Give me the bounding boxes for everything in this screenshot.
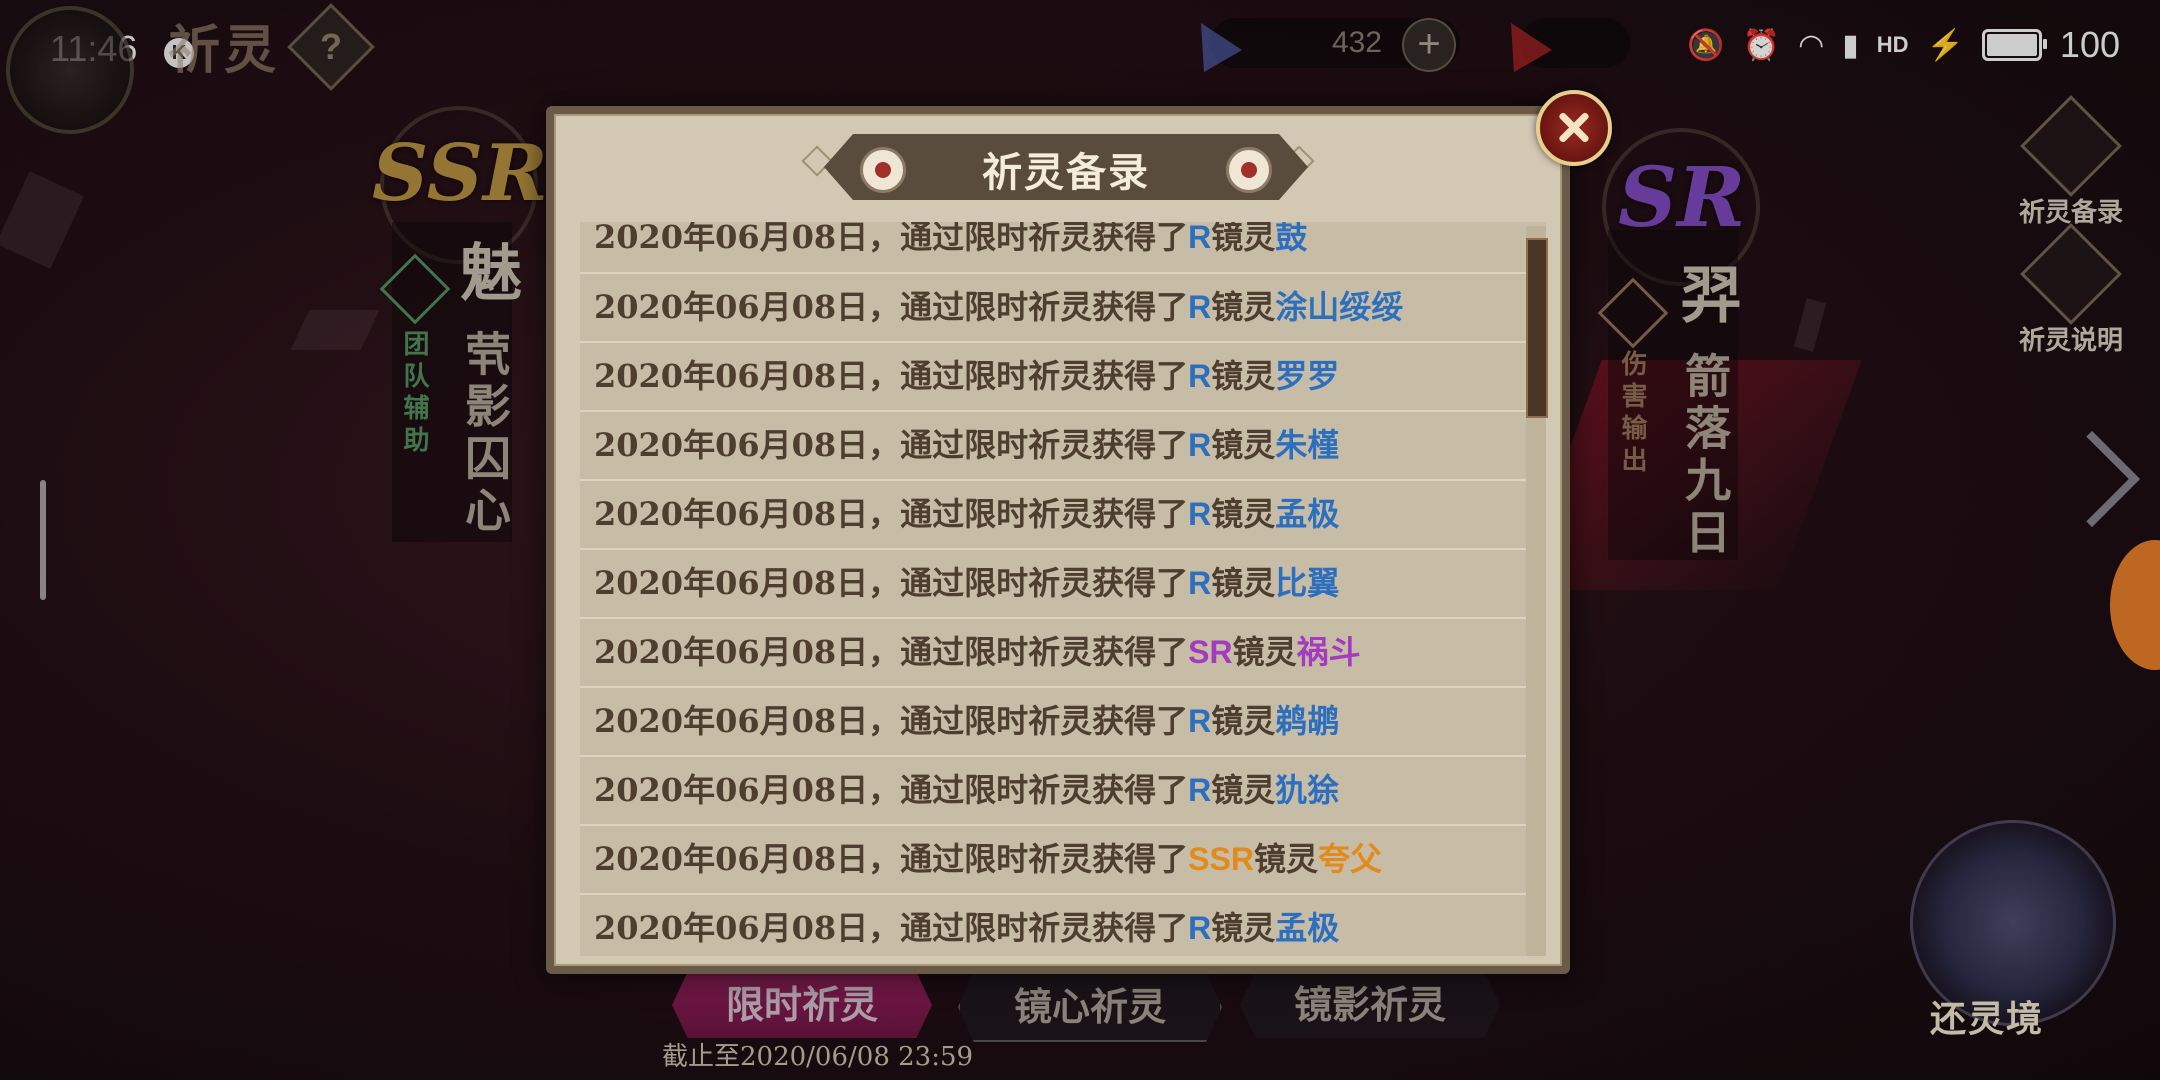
record-date: 2020年06月08日， <box>594 288 901 326</box>
record-type: 镜灵 <box>1211 288 1276 326</box>
record-rarity: R <box>1188 222 1212 255</box>
record-date: 2020年06月08日， <box>594 633 901 671</box>
record-rarity: R <box>1188 703 1212 739</box>
record-rarity: R <box>1188 358 1212 394</box>
record-type: 镜灵 <box>1211 357 1276 395</box>
record-spirit-name: 鹈鹕 <box>1275 702 1340 740</box>
record-date: 2020年06月08日， <box>594 771 901 809</box>
record-via: 通过限时祈灵获得了 <box>900 909 1189 947</box>
record-rarity: R <box>1188 565 1212 601</box>
close-button[interactable] <box>1536 90 1612 166</box>
record-spirit-name: 涂山绥绥 <box>1275 288 1404 326</box>
record-spirit-name: 祸斗 <box>1296 633 1361 671</box>
record-modal: 祈灵备录 2020年06月08日，通过限时祈灵获得了R镜灵鼓 2020年06月08… <box>546 106 1570 974</box>
record-date: 2020年06月08日， <box>594 909 901 947</box>
record-date: 2020年06月08日， <box>594 840 901 878</box>
record-date: 2020年06月08日， <box>594 495 901 533</box>
record-type: 镜灵 <box>1253 840 1318 878</box>
record-date: 2020年06月08日， <box>594 357 901 395</box>
record-row: 2020年06月08日，通过限时祈灵获得了R镜灵孟极 <box>580 481 1546 550</box>
record-row: 2020年06月08日，通过限时祈灵获得了R镜灵朱槿 <box>580 412 1546 481</box>
record-row: 2020年06月08日，通过限时祈灵获得了R镜灵涂山绥绥 <box>580 274 1546 343</box>
record-row: 2020年06月08日，通过限时祈灵获得了R镜灵鹈鹕 <box>580 688 1546 757</box>
record-row: 2020年06月08日，通过限时祈灵获得了SSR镜灵夸父 <box>580 826 1546 895</box>
record-spirit-name: 罗罗 <box>1275 357 1340 395</box>
record-type: 镜灵 <box>1211 771 1276 809</box>
record-rarity: SSR <box>1188 841 1254 877</box>
record-via: 通过限时祈灵获得了 <box>900 288 1189 326</box>
record-via: 通过限时祈灵获得了 <box>900 357 1189 395</box>
record-spirit-name: 夸父 <box>1317 840 1382 878</box>
record-spirit-name: 孟极 <box>1275 909 1340 947</box>
header-ornament <box>801 145 833 177</box>
record-rarity: R <box>1188 289 1212 325</box>
record-row: 2020年06月08日，通过限时祈灵获得了R镜灵比翼 <box>580 550 1546 619</box>
record-row: 2020年06月08日，通过限时祈灵获得了R镜灵罗罗 <box>580 343 1546 412</box>
record-via: 通过限时祈灵获得了 <box>900 222 1189 256</box>
record-type: 镜灵 <box>1211 495 1276 533</box>
record-spirit-name: 孟极 <box>1275 495 1340 533</box>
record-via: 通过限时祈灵获得了 <box>900 426 1189 464</box>
record-spirit-name: 鼓 <box>1275 222 1308 256</box>
record-via: 通过限时祈灵获得了 <box>900 633 1189 671</box>
record-type: 镜灵 <box>1211 222 1276 256</box>
record-type: 镜灵 <box>1211 564 1276 602</box>
record-rows: 2020年06月08日，通过限时祈灵获得了R镜灵鼓 2020年06月08日，通过限… <box>580 222 1546 956</box>
record-type: 镜灵 <box>1211 426 1276 464</box>
record-rarity: SR <box>1188 634 1233 670</box>
record-row: 2020年06月08日，通过限时祈灵获得了R镜灵孟极 <box>580 895 1546 956</box>
record-rarity: R <box>1188 772 1212 808</box>
record-spirit-name: 犰狳 <box>1275 771 1340 809</box>
record-date: 2020年06月08日， <box>594 222 901 256</box>
record-via: 通过限时祈灵获得了 <box>900 495 1189 533</box>
list-scroll-thumb[interactable] <box>1526 238 1548 418</box>
record-type: 镜灵 <box>1211 702 1276 740</box>
record-date: 2020年06月08日， <box>594 564 901 602</box>
modal-body: 祈灵备录 2020年06月08日，通过限时祈灵获得了R镜灵鼓 2020年06月08… <box>554 114 1562 966</box>
record-date: 2020年06月08日， <box>594 426 901 464</box>
record-spirit-name: 朱槿 <box>1275 426 1340 464</box>
record-row: 2020年06月08日，通过限时祈灵获得了SR镜灵祸斗 <box>580 619 1546 688</box>
modal-header: 祈灵备录 <box>824 134 1308 200</box>
record-type: 镜灵 <box>1232 633 1297 671</box>
record-via: 通过限时祈灵获得了 <box>900 840 1189 878</box>
modal-title: 祈灵备录 <box>982 149 1150 196</box>
record-rarity: R <box>1188 910 1212 946</box>
record-via: 通过限时祈灵获得了 <box>900 702 1189 740</box>
record-rarity: R <box>1188 496 1212 532</box>
record-spirit-name: 比翼 <box>1275 564 1340 602</box>
record-via: 通过限时祈灵获得了 <box>900 564 1189 602</box>
record-type: 镜灵 <box>1211 909 1276 947</box>
record-date: 2020年06月08日， <box>594 702 901 740</box>
record-rarity: R <box>1188 427 1212 463</box>
record-row: 2020年06月08日，通过限时祈灵获得了R镜灵犰狳 <box>580 757 1546 826</box>
record-via: 通过限时祈灵获得了 <box>900 771 1189 809</box>
record-row: 2020年06月08日，通过限时祈灵获得了R镜灵鼓 <box>580 222 1546 274</box>
record-list[interactable]: 2020年06月08日，通过限时祈灵获得了R镜灵鼓 2020年06月08日，通过限… <box>580 222 1546 956</box>
